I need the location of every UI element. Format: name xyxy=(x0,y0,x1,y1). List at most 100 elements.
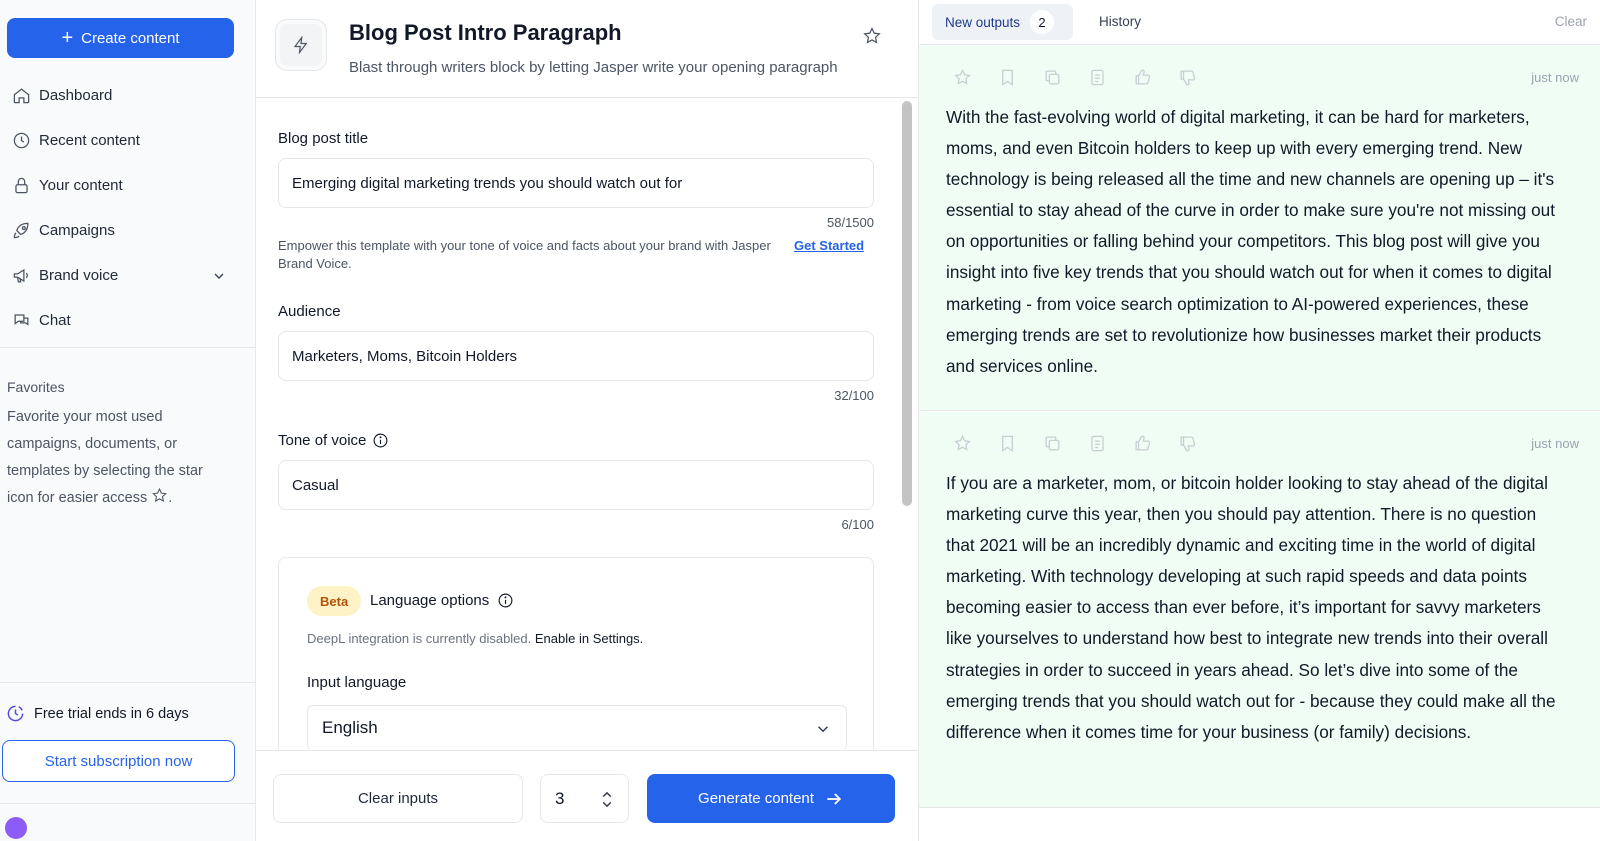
blog-title-label: Blog post title xyxy=(278,130,368,147)
output-quantity-value: 3 xyxy=(555,788,565,808)
sidebar-item-campaigns[interactable]: Campaigns xyxy=(0,208,256,253)
sidebar-nav: Dashboard Recent content Your content Ca… xyxy=(0,73,256,343)
output-actions xyxy=(953,434,1197,453)
output-card: just now With the fast-evolving world of… xyxy=(919,46,1600,411)
page-subtitle: Blast through writers block by letting J… xyxy=(349,59,838,76)
generate-content-button[interactable]: Generate content xyxy=(647,774,895,823)
tone-counter: 6/100 xyxy=(841,517,874,532)
sidebar-item-label: Chat xyxy=(39,312,71,329)
favorites-suffix: . xyxy=(168,490,173,506)
sidebar-item-label: Recent content xyxy=(39,132,140,149)
star-icon[interactable] xyxy=(953,68,972,87)
home-icon xyxy=(13,88,30,104)
clock-icon xyxy=(13,132,30,149)
thumbs-down-icon[interactable] xyxy=(1178,434,1197,453)
thumbs-down-icon[interactable] xyxy=(1178,68,1197,87)
deepl-notice: DeepL integration is currently disabled.… xyxy=(307,631,643,646)
bookmark-icon[interactable] xyxy=(998,434,1017,453)
plus-icon: + xyxy=(61,27,74,49)
megaphone-icon xyxy=(13,268,28,283)
page-title: Blog Post Intro Paragraph xyxy=(349,20,622,45)
favorites-description: Favorite your most used campaigns, docum… xyxy=(7,404,232,512)
sidebar-item-dashboard[interactable]: Dashboard xyxy=(0,73,256,118)
audience-label: Audience xyxy=(278,303,341,320)
brand-voice-hint-text: Empower this template with your tone of … xyxy=(278,238,771,271)
sidebar-item-label: Brand voice xyxy=(39,267,119,284)
input-language-select[interactable]: English xyxy=(307,705,847,749)
template-form-panel: Blog Post Intro Paragraph Blast through … xyxy=(256,0,918,841)
copy-icon[interactable] xyxy=(1043,68,1062,87)
audience-label-text: Audience xyxy=(278,303,341,320)
sidebar-divider xyxy=(0,347,256,348)
tab-new-outputs-label: New outputs xyxy=(945,14,1021,30)
output-quantity-stepper[interactable]: 3 xyxy=(540,774,629,823)
audience-input[interactable]: Marketers, Moms, Bitcoin Holders xyxy=(278,331,874,381)
sidebar-divider xyxy=(0,803,256,804)
tone-label-text: Tone of voice xyxy=(278,432,367,449)
clear-inputs-button[interactable]: Clear inputs xyxy=(273,774,523,823)
output-timestamp: just now xyxy=(1531,436,1579,451)
lock-icon xyxy=(15,177,28,194)
tab-new-outputs[interactable]: New outputs 2 xyxy=(932,4,1073,40)
star-icon xyxy=(152,487,168,502)
info-icon[interactable] xyxy=(497,592,514,609)
outputs-tabs: New outputs 2 History Clear xyxy=(919,0,1600,45)
stepper-arrows-icon[interactable] xyxy=(600,790,614,809)
clear-outputs-button[interactable]: Clear xyxy=(1555,14,1587,29)
input-language-value: English xyxy=(322,718,378,737)
star-icon[interactable] xyxy=(953,434,972,453)
info-icon[interactable] xyxy=(372,432,389,449)
favorite-star-icon[interactable] xyxy=(862,26,882,46)
sidebar-item-recent-content[interactable]: Recent content xyxy=(0,118,256,163)
create-content-label: Create content xyxy=(81,29,180,47)
sidebar-item-chat[interactable]: Chat xyxy=(0,298,256,343)
output-timestamp: just now xyxy=(1531,70,1579,85)
sidebar: + Create content Dashboard Recent conten… xyxy=(0,0,256,841)
generate-content-label: Generate content xyxy=(698,790,814,807)
sidebar-item-brand-voice[interactable]: Brand voice xyxy=(0,253,256,298)
chevron-down-icon[interactable] xyxy=(211,268,227,284)
arrow-right-icon xyxy=(827,792,842,805)
favorites-text: Favorite your most used campaigns, docum… xyxy=(7,409,203,506)
sidebar-item-your-content[interactable]: Your content xyxy=(0,163,256,208)
favorites-title: Favorites xyxy=(7,379,65,395)
brand-voice-hint: Empower this template with your tone of … xyxy=(278,237,878,273)
chevron-down-icon xyxy=(817,726,829,733)
start-subscription-button[interactable]: Start subscription now xyxy=(2,740,235,782)
tab-history[interactable]: History xyxy=(1099,14,1141,29)
rocket-icon xyxy=(13,222,29,239)
chat-icon xyxy=(14,314,29,326)
language-options-title: Language options xyxy=(370,592,514,609)
output-text[interactable]: With the fast-evolving world of digital … xyxy=(946,102,1568,382)
template-icon xyxy=(275,19,327,71)
trial-clock-icon xyxy=(7,705,24,722)
sidebar-item-label: Campaigns xyxy=(39,222,115,239)
tone-label: Tone of voice xyxy=(278,432,389,449)
form-scrollbar[interactable] xyxy=(902,101,912,506)
thumbs-up-icon[interactable] xyxy=(1133,68,1152,87)
tone-input[interactable]: Casual xyxy=(278,460,874,510)
form-footer: Clear inputs 3 Generate content xyxy=(256,750,918,841)
trial-text: Free trial ends in 6 days xyxy=(34,705,189,722)
sidebar-item-label: Your content xyxy=(39,177,123,194)
trial-notice: Free trial ends in 6 days xyxy=(6,704,189,723)
input-language-label: Input language xyxy=(307,674,407,691)
bookmark-icon[interactable] xyxy=(998,68,1017,87)
create-content-button[interactable]: + Create content xyxy=(7,18,234,58)
document-icon[interactable] xyxy=(1088,434,1107,453)
blog-title-input[interactable]: Emerging digital marketing trends you sh… xyxy=(278,158,874,208)
blog-title-label-text: Blog post title xyxy=(278,130,369,147)
avatar[interactable] xyxy=(5,817,27,839)
lightning-icon xyxy=(293,36,308,54)
enable-settings-link[interactable]: Enable in Settings. xyxy=(535,631,643,646)
output-card: just now If you are a marketer, mom, or … xyxy=(919,412,1600,808)
output-text[interactable]: If you are a marketer, mom, or bitcoin h… xyxy=(946,468,1568,748)
beta-badge: Beta xyxy=(307,586,362,616)
document-icon[interactable] xyxy=(1088,68,1107,87)
copy-icon[interactable] xyxy=(1043,434,1062,453)
audience-counter: 32/100 xyxy=(834,388,874,403)
get-started-link[interactable]: Get Started xyxy=(794,237,864,255)
output-actions xyxy=(953,68,1197,87)
deepl-text: DeepL integration is currently disabled. xyxy=(307,631,532,646)
thumbs-up-icon[interactable] xyxy=(1133,434,1152,453)
